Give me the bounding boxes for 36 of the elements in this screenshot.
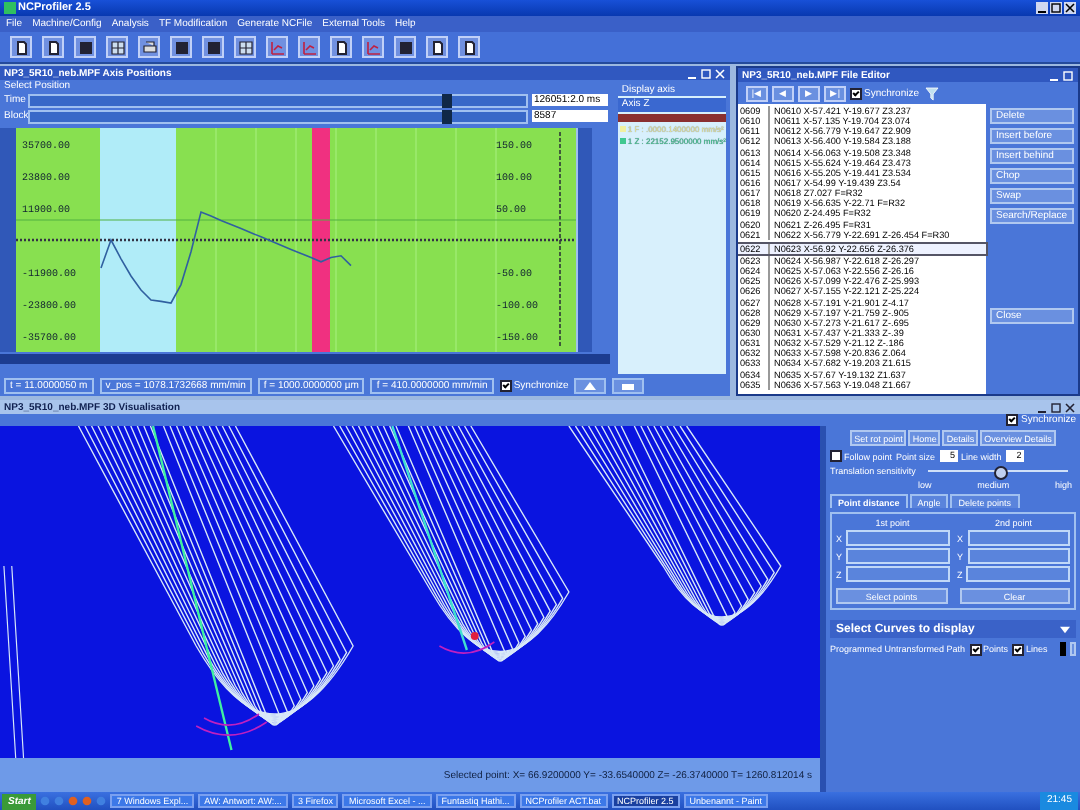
close-icon[interactable] (1064, 2, 1076, 14)
toolbar-button[interactable] (74, 36, 96, 58)
coordinate-field[interactable] (846, 548, 949, 564)
toolbar-button[interactable] (234, 36, 256, 58)
coordinate-field[interactable] (846, 530, 949, 546)
toolbar-button[interactable] (42, 36, 64, 58)
coordinate-field[interactable] (967, 548, 1070, 564)
color-picker-button[interactable] (1070, 642, 1076, 656)
caret-icon (1060, 625, 1070, 633)
app-icon (4, 2, 16, 14)
scrollbar[interactable] (576, 128, 592, 352)
triangle-icon (582, 379, 599, 391)
coordinate-field[interactable] (967, 530, 1070, 546)
slider-thumb[interactable] (442, 93, 453, 107)
toolbar-button[interactable] (330, 36, 352, 58)
slider-track[interactable] (28, 93, 528, 107)
toolbar-button[interactable] (106, 36, 128, 58)
toolbar-button[interactable] (10, 36, 32, 58)
scrollbar[interactable] (0, 354, 610, 364)
toolbar-button[interactable] (138, 36, 160, 58)
toolbar-button[interactable] (170, 36, 192, 58)
slider-track[interactable] (28, 109, 528, 123)
rectangle-icon (620, 379, 637, 391)
color-swatch[interactable] (1059, 642, 1067, 656)
slider-thumb[interactable] (442, 109, 453, 123)
toolbar-button[interactable] (394, 36, 416, 58)
coordinate-field[interactable] (845, 566, 949, 582)
toolbar-button[interactable] (458, 36, 480, 58)
slider-thumb[interactable] (993, 466, 1008, 480)
toolbar-button[interactable] (202, 36, 224, 58)
close-icon[interactable] (1064, 401, 1076, 413)
maximize-icon[interactable] (1050, 2, 1062, 14)
coordinate-field[interactable] (966, 566, 1070, 582)
maximize-icon[interactable] (1050, 401, 1062, 413)
toolbar-button[interactable] (426, 36, 448, 58)
minimize-icon[interactable] (1036, 2, 1048, 14)
